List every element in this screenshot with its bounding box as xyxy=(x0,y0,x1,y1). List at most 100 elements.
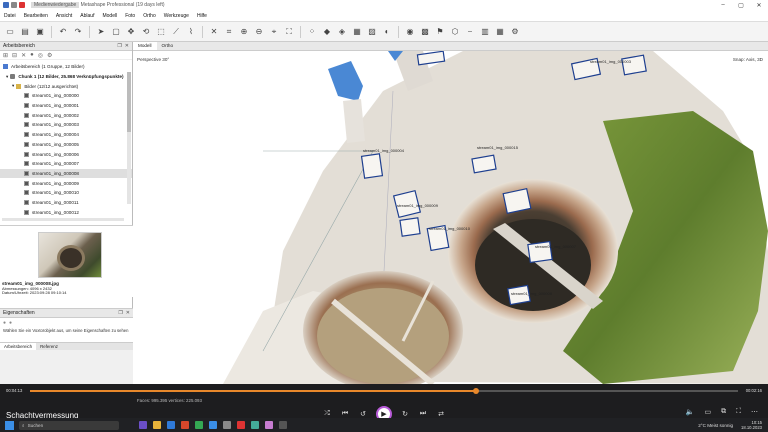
shuffle-icon[interactable]: ⤮ xyxy=(322,410,332,418)
reset-view-icon[interactable]: ⌖ xyxy=(268,26,280,38)
more-options-icon[interactable]: ⋯ xyxy=(751,408,758,416)
app-icon[interactable] xyxy=(3,2,9,8)
camera-frame[interactable] xyxy=(360,153,384,179)
prop-reset-icon[interactable]: ● xyxy=(9,320,12,326)
image-icon[interactable]: ▩ xyxy=(419,26,431,38)
menu-modell[interactable]: Modell xyxy=(102,13,117,19)
tree-horizontal-scrollbar[interactable] xyxy=(2,218,124,221)
taskbar-clock[interactable]: 10:15 18.10.2023 xyxy=(741,420,762,430)
grid-icon[interactable]: ▦ xyxy=(494,26,506,38)
camera-icon[interactable]: ◉ xyxy=(404,26,416,38)
shapes-icon[interactable]: ⬡ xyxy=(449,26,461,38)
delete-selection-icon[interactable]: ✕ xyxy=(208,26,220,38)
markers-icon[interactable]: ⚑ xyxy=(434,26,446,38)
save-icon[interactable]: ▣ xyxy=(34,26,46,38)
expand-icon[interactable]: ▾ xyxy=(6,74,8,80)
app-icon[interactable] xyxy=(251,421,259,429)
region-icon[interactable]: ▥ xyxy=(479,26,491,38)
tab-modell[interactable]: Modell xyxy=(133,42,157,50)
chrome-icon[interactable] xyxy=(195,421,203,429)
tree-image-item[interactable]: stream01_img_000011 xyxy=(0,198,132,208)
tree-image-item[interactable]: stream01_img_000005 xyxy=(0,140,132,150)
polyline-icon[interactable]: ⌇ xyxy=(185,26,197,38)
maximize-icon[interactable]: ▢ xyxy=(732,0,750,10)
disable-icon[interactable]: ◎ xyxy=(38,52,43,59)
tab-arbeitsbereich[interactable]: Arbeitsbereich xyxy=(0,343,37,350)
ruler-icon[interactable]: ⟋ xyxy=(170,26,182,38)
menu-bearbeiten[interactable]: Bearbeiten xyxy=(24,13,48,19)
mail-icon[interactable] xyxy=(209,421,217,429)
tree-image-item[interactable]: stream01_img_000000 xyxy=(0,91,132,101)
tree-image-item[interactable]: stream01_img_000009 xyxy=(0,178,132,188)
menu-ablauf[interactable]: Ablauf xyxy=(80,13,94,19)
settings-icon[interactable]: ⚙ xyxy=(509,26,521,38)
zoom-out-icon[interactable]: ⊖ xyxy=(253,26,265,38)
scrollbar-thumb[interactable] xyxy=(127,72,131,132)
crop-icon[interactable]: ⌗ xyxy=(223,26,235,38)
zoom-in-icon[interactable]: ⊕ xyxy=(238,26,250,38)
menu-foto[interactable]: Foto xyxy=(125,13,135,19)
next-icon[interactable]: ⏭ xyxy=(418,410,428,418)
seek-bar-knob[interactable] xyxy=(473,388,480,394)
previous-icon[interactable]: ⏮ xyxy=(340,410,350,418)
close-panel-icon[interactable]: ✕ xyxy=(125,43,129,49)
prop-apply-icon[interactable]: ● xyxy=(3,320,6,326)
windows-start-icon[interactable] xyxy=(5,420,14,430)
fullscreen-icon[interactable]: ⛶ xyxy=(736,408,741,416)
settings-icon[interactable]: ⚙ xyxy=(47,52,52,59)
scene-render[interactable] xyxy=(133,51,768,384)
rewind-10-icon[interactable]: ↺ xyxy=(358,410,368,418)
metashape-icon[interactable] xyxy=(223,421,231,429)
tree-image-item[interactable]: stream01_img_000004 xyxy=(0,130,132,140)
tree-folder[interactable]: ▾ Bilder (12/12 ausgerichtet) xyxy=(0,81,132,91)
volume-icon[interactable]: 🔈 xyxy=(686,408,695,416)
open-icon[interactable]: ▤ xyxy=(19,26,31,38)
float-icon[interactable]: ❐ xyxy=(117,43,121,49)
menu-hilfe[interactable]: Hilfe xyxy=(197,13,207,19)
point-cloud-icon[interactable]: ⁘ xyxy=(306,26,318,38)
save-icon[interactable] xyxy=(11,2,17,8)
menu-ortho[interactable]: Ortho xyxy=(143,13,156,19)
scalebar-icon[interactable]: ⎯ xyxy=(464,26,476,38)
tree-image-item-selected[interactable]: stream01_img_000008 xyxy=(0,168,132,179)
float-icon[interactable]: ❐ xyxy=(118,310,122,316)
model-viewport[interactable]: Perspective 30° Snap: Axis, 3D stream01_… xyxy=(133,51,768,384)
tree-image-item[interactable]: stream01_img_000003 xyxy=(0,120,132,130)
media-player-icon[interactable] xyxy=(237,421,245,429)
expand-icon[interactable]: ▾ xyxy=(12,83,14,89)
cast-icon[interactable]: ▭ xyxy=(704,408,711,416)
forward-30-icon[interactable]: ↻ xyxy=(400,410,410,418)
tiled-model-icon[interactable]: ▦ xyxy=(351,26,363,38)
preview-thumbnail[interactable] xyxy=(38,232,102,278)
tree-image-item[interactable]: stream01_img_000010 xyxy=(0,188,132,198)
app-icon[interactable] xyxy=(265,421,273,429)
mesh-icon[interactable]: ◆ xyxy=(321,26,333,38)
tree-vertical-scrollbar[interactable] xyxy=(127,72,131,204)
miniplayer-icon[interactable]: ⧉ xyxy=(721,408,726,416)
tree-root[interactable]: Arbeitsbereich (1 Gruppe, 12 Bilder) xyxy=(0,62,132,72)
shading-icon[interactable]: ◐ xyxy=(381,26,393,38)
weather-widget[interactable]: 2°C Meist sonnig xyxy=(698,423,733,428)
textured-icon[interactable]: ◈ xyxy=(336,26,348,38)
move-object-icon[interactable]: ✥ xyxy=(125,26,137,38)
menu-datei[interactable]: Datei xyxy=(4,13,16,19)
explorer-icon[interactable] xyxy=(153,421,161,429)
new-icon[interactable]: ▭ xyxy=(4,26,16,38)
fit-view-icon[interactable]: ⛶ xyxy=(283,26,295,38)
edge-icon[interactable] xyxy=(167,421,175,429)
tree-image-item[interactable]: stream01_img_000012 xyxy=(0,207,132,217)
repeat-icon[interactable]: ⇄ xyxy=(436,410,446,418)
taskbar-search[interactable]: ⌕ Suchen xyxy=(19,420,119,430)
add-photos-icon[interactable]: ⊟ xyxy=(12,52,17,59)
app-icon[interactable] xyxy=(279,421,287,429)
tree-image-item[interactable]: stream01_img_000002 xyxy=(0,110,132,120)
rect-select-icon[interactable]: ▢ xyxy=(110,26,122,38)
tab-ortho[interactable]: Ortho xyxy=(157,42,179,50)
seek-bar[interactable] xyxy=(30,388,738,394)
menu-werkzeuge[interactable]: Werkzeuge xyxy=(164,13,189,19)
camera-frame[interactable] xyxy=(502,188,532,214)
record-icon[interactable] xyxy=(19,2,25,8)
task-view-icon[interactable] xyxy=(139,421,147,429)
office-icon[interactable] xyxy=(181,421,189,429)
dem-icon[interactable]: ▨ xyxy=(366,26,378,38)
